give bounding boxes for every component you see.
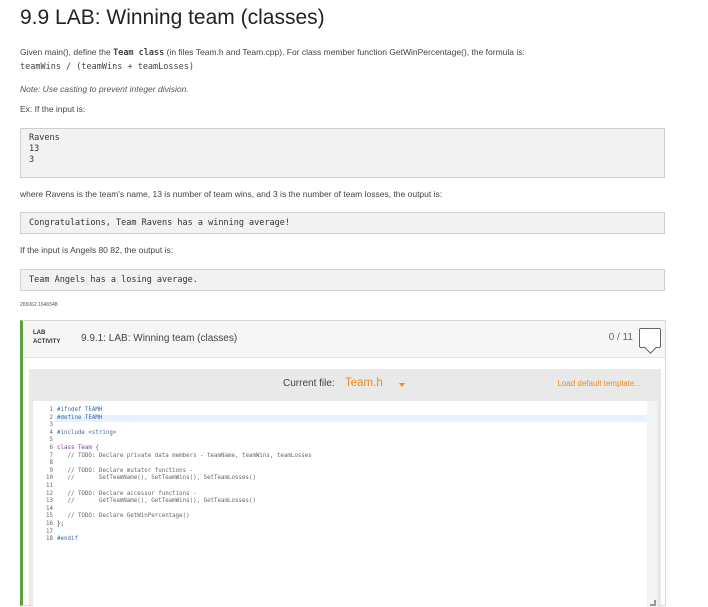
if-text: If the input is Angels 80 82, the output… [20,245,174,255]
chevron-down-icon[interactable] [399,383,405,387]
line-number: 6 [49,444,54,451]
code-line: // TODO: Declare GetWinPercentage() [57,513,190,520]
code-line: // TODO: Declare mutator functions - [57,467,194,474]
formula: teamWins / (teamWins + teamLosses) [20,62,194,72]
current-file-label: Current file: [283,378,335,389]
example-input-box: Ravens 13 3 [20,128,665,178]
line-number: 8 [49,460,54,467]
code-lines: #ifndef TEAMH #define TEAMH #include <st… [55,407,653,544]
example-output-box-2: Team Angels has a losing average. [20,269,665,291]
code-line: // TODO: Declare private data members - … [57,452,312,459]
code-ide: Current file: Team.h Load default templa… [29,369,661,607]
intro-inline-code: Team class [113,48,165,58]
line-number: 13 [46,498,53,505]
code-editor[interactable]: 1 2 3 4 5 6 7 8 9 10 11 12 13 14 15 16 1… [33,401,657,607]
code-line: #ifndef TEAMH [57,407,103,413]
line-number: 16 [46,520,53,527]
editor-scrollbar[interactable] [647,401,657,607]
lab-activity-tag: LAB ACTIVITY [33,329,60,347]
line-number-gutter: 1 2 3 4 5 6 7 8 9 10 11 12 13 14 15 16 1… [33,407,53,544]
lab-activity: LAB ACTIVITY 9.9.1: LAB: Winning team (c… [20,320,666,607]
line-number: 9 [49,467,54,474]
output-line: Team Angels has a losing average. [29,275,198,285]
code-line: class Team { [57,444,99,451]
code-line: #endif [57,536,78,543]
code-line: // TODO: Declare accessor functions - [57,490,197,497]
page-title: 9.9 LAB: Winning team (classes) [20,6,325,29]
line-number: 4 [49,429,54,436]
line-number: 12 [46,490,53,497]
score: 0 / 11 [608,332,633,343]
intro-text-before: Given main(), define the [20,47,114,57]
intro-text-after: (in files Team.h and Team.cpp). For clas… [164,47,525,57]
lab-tag-line1: LAB [33,330,46,336]
line-number: 7 [49,452,54,459]
code-line: // SetTeamName(), SetTeamWins(), SetTeam… [57,475,256,482]
code-line: #include <string> [57,429,117,436]
file-bar: Current file: Team.h Load default templa… [29,369,661,399]
code-line-active: #define TEAMH [55,414,653,423]
problem-id: 265062.1646548 [20,302,58,308]
line-number: 1 [49,407,54,413]
lab-title: 9.9.1: LAB: Winning team (classes) [81,333,238,344]
line-number: 14 [46,505,53,512]
line-number: 3 [49,422,54,429]
lab-header: LAB ACTIVITY 9.9.1: LAB: Winning team (c… [23,321,665,358]
line-number: 10 [46,475,53,482]
line-number: 5 [49,437,54,444]
note-text: Note: Use casting to prevent integer div… [20,84,189,94]
line-number: 2 [49,414,54,421]
example-label: Ex: If the input is: [20,104,86,114]
completion-badge-icon [639,328,661,348]
line-number: 15 [46,513,53,520]
input-line: 3 [29,155,35,165]
input-line: 13 [29,144,40,154]
resize-grip-icon[interactable] [650,600,656,606]
output-line: Congratulations, Team Ravens has a winni… [29,218,290,228]
line-number: 18 [46,536,53,543]
code-line: }; [57,520,64,527]
line-number: 11 [46,482,53,489]
example-output-box: Congratulations, Team Ravens has a winni… [20,212,665,234]
current-file-select[interactable]: Team.h [345,377,383,389]
intro-paragraph: Given main(), define the Team class (in … [20,47,525,58]
lab-tag-line2: ACTIVITY [33,339,61,345]
code-line: // GetTeamName(), GetTeamWins(), GetTeam… [57,498,256,505]
load-default-template-link[interactable]: Load default template... [557,379,641,388]
input-line: Ravens [29,133,60,143]
where-text: where Ravens is the team's name, 13 is n… [20,189,443,199]
line-number: 17 [46,528,53,535]
